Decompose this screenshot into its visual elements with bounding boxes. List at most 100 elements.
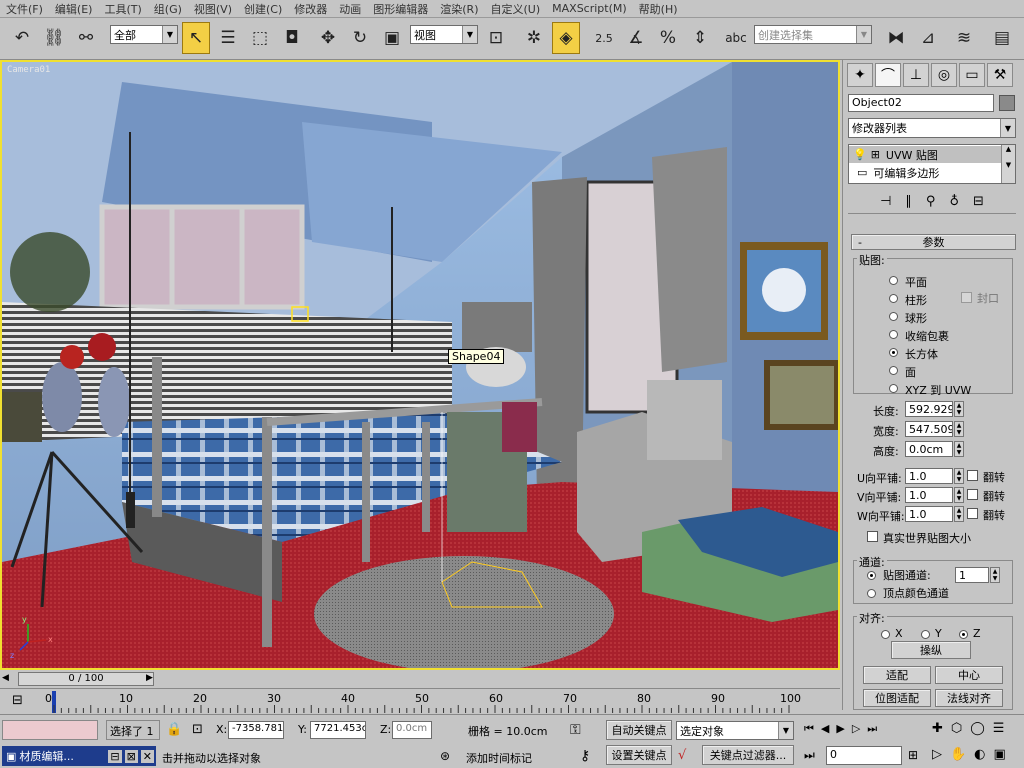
bulb-icon[interactable]: 💡 [853, 148, 867, 161]
modifier-stack[interactable]: 💡 ⊞ UVW 贴图 ▭ 可编辑多边形 ▲ ▼ [848, 144, 1016, 184]
mapping-radio-0[interactable] [889, 276, 898, 285]
length-spinner[interactable]: ▲ ▼ [954, 401, 964, 417]
menu-maxscript[interactable]: MAXScript(M) [546, 2, 633, 15]
keyboard-shortcut-icon[interactable]: ◈ [552, 22, 580, 54]
motion-tab-icon[interactable]: ◎ [931, 63, 957, 87]
menu-create[interactable]: 创建(C) [238, 1, 288, 17]
width-field[interactable]: 547.509 [905, 421, 953, 437]
u-tile-spinner[interactable]: ▲ ▼ [954, 468, 964, 484]
select-by-name-icon[interactable]: ☰ [214, 22, 242, 54]
key-filters-button[interactable]: 关键点过滤器... [702, 745, 794, 765]
display-tab-icon[interactable]: ▭ [959, 63, 985, 87]
select-object-icon[interactable]: ↖ [182, 22, 210, 54]
w-tile-field[interactable]: 1.0 [905, 506, 953, 522]
stack-item-uvw[interactable]: 💡 ⊞ UVW 贴图 [849, 146, 1001, 163]
add-time-tag[interactable]: 添加时间标记 [466, 750, 532, 766]
layer-manager-icon[interactable]: ≋ [950, 22, 978, 54]
menu-help[interactable]: 帮助(H) [633, 1, 684, 17]
align-z-radio[interactable] [959, 630, 968, 639]
modifier-list-dropdown[interactable]: 修改器列表 ▼ [848, 118, 1016, 138]
params-rollout-header[interactable]: - 参数 [851, 234, 1016, 250]
menu-tools[interactable]: 工具(T) [98, 1, 147, 17]
w-flip-checkbox[interactable] [967, 508, 978, 519]
align-x-radio[interactable] [881, 630, 890, 639]
named-selection-dropdown[interactable]: 创建选择集 ▼ [754, 25, 872, 44]
manipulate-button[interactable]: 操纵 [891, 641, 971, 659]
key-target-dropdown[interactable]: 选定对象 ▼ [676, 721, 794, 740]
utilities-tab-icon[interactable]: ⚒ [987, 63, 1013, 87]
unlink-icon[interactable]: ⚯ [72, 22, 100, 54]
angle-snap-icon[interactable]: ∡ [622, 22, 650, 54]
map-channel-spinner[interactable]: ▲ ▼ [990, 567, 1000, 583]
material-editor-taskbar[interactable]: ▣ 材质编辑... ⊟ ⊠ ✕ [2, 746, 156, 766]
time-config-button[interactable]: ⊞ [908, 748, 918, 762]
playback-controls[interactable]: ⏮◀▶▷⏭ [804, 722, 884, 736]
mapping-radio-3[interactable] [889, 330, 898, 339]
viewport-nav-row1[interactable]: ✚⬡◯☰ [932, 721, 1012, 736]
menu-file[interactable]: 文件(F) [0, 1, 49, 17]
time-config-icon[interactable]: ⏭ [804, 748, 815, 763]
menu-views[interactable]: 视图(V) [188, 1, 238, 17]
track-bar[interactable]: ⊟ 0 10 20 30 40 50 60 70 80 90 100 [0, 688, 840, 714]
snap-toggle-icon[interactable]: 2.5 [590, 22, 618, 54]
create-tab-icon[interactable]: ✦ [847, 63, 873, 87]
pin-stack-icon[interactable]: ⊣ [880, 194, 891, 209]
curve-editor-icon[interactable]: ▤ [988, 22, 1016, 54]
move-icon[interactable]: ✥ [314, 22, 342, 54]
v-flip-checkbox[interactable] [967, 489, 978, 500]
mapping-radio-6[interactable] [889, 384, 898, 393]
hierarchy-tab-icon[interactable]: ⊥ [903, 63, 929, 87]
mirror-icon[interactable]: ⧓ [882, 22, 910, 54]
lock-selection-icon[interactable]: 🔒 [166, 722, 182, 737]
set-key-icon[interactable]: ⚷ [580, 748, 590, 764]
rectangular-selection-icon[interactable]: ⬚ [246, 22, 274, 54]
height-spinner[interactable]: ▲ ▼ [954, 441, 964, 457]
viewport-nav-row2[interactable]: ▷✋◐▣ [932, 747, 1014, 762]
object-name-field[interactable]: Object02 [848, 94, 994, 112]
pivot-icon[interactable]: ⊡ [482, 22, 510, 54]
menu-rendering[interactable]: 渲染(R) [434, 1, 484, 17]
map-channel-radio[interactable] [867, 571, 876, 580]
rotate-icon[interactable]: ↻ [346, 22, 374, 54]
key-mode-icon[interactable]: √ [678, 748, 686, 763]
map-channel-field[interactable]: 1 [955, 567, 989, 583]
mapping-radio-5[interactable] [889, 366, 898, 375]
slider-left-arrow[interactable]: ◀ [2, 673, 9, 683]
mapping-radio-2[interactable] [889, 312, 898, 321]
menu-graph-editors[interactable]: 图形编辑器 [367, 1, 434, 17]
mapping-radio-4[interactable] [889, 348, 898, 357]
window-crossing-icon[interactable]: ◘ [278, 22, 306, 54]
fit-button[interactable]: 适配 [863, 666, 931, 684]
selection-filter-dropdown[interactable]: 全部 ▼ [110, 25, 178, 44]
object-color-swatch[interactable] [999, 95, 1015, 111]
remove-modifier-icon[interactable]: ♁ [949, 194, 959, 209]
viewport-label[interactable]: Camera01 [7, 65, 50, 75]
menu-animation[interactable]: 动画 [333, 1, 367, 17]
maxscript-listener[interactable] [2, 720, 98, 740]
z-coordinate-field[interactable]: 0.0cm [392, 721, 432, 739]
time-slider[interactable]: 0 / 100 [18, 672, 154, 686]
select-link-icon[interactable]: ⛓ [40, 22, 68, 54]
auto-key-button[interactable]: 自动关键点 [606, 720, 672, 740]
vertex-color-radio[interactable] [867, 589, 876, 598]
show-end-result-icon[interactable]: ∥ [905, 194, 912, 209]
stack-item-editable-poly[interactable]: ▭ 可编辑多边形 [849, 164, 1001, 181]
undo-icon[interactable]: ↶ [8, 22, 36, 54]
set-key-button[interactable]: 设置关键点 [606, 745, 672, 765]
modify-tab-icon[interactable]: ⌒ [875, 63, 901, 87]
spinner-snap-icon[interactable]: ⇕ [686, 22, 714, 54]
scale-icon[interactable]: ▣ [378, 22, 406, 54]
width-spinner[interactable]: ▲ ▼ [954, 421, 964, 437]
menu-modifiers[interactable]: 修改器 [288, 1, 333, 17]
menu-group[interactable]: 组(G) [148, 1, 188, 17]
slider-right-arrow[interactable]: ▶ [146, 673, 153, 683]
bitmap-fit-button[interactable]: 位图适配 [863, 689, 931, 707]
current-frame-field[interactable]: 0 [826, 746, 902, 765]
x-coordinate-field[interactable]: -7358.781c [228, 721, 284, 739]
cap-checkbox[interactable] [961, 292, 972, 303]
u-flip-checkbox[interactable] [967, 470, 978, 481]
menu-customize[interactable]: 自定义(U) [485, 1, 547, 17]
align-icon[interactable]: ⊿ [914, 22, 942, 54]
align-y-radio[interactable] [921, 630, 930, 639]
mapping-radio-1[interactable] [889, 294, 898, 303]
